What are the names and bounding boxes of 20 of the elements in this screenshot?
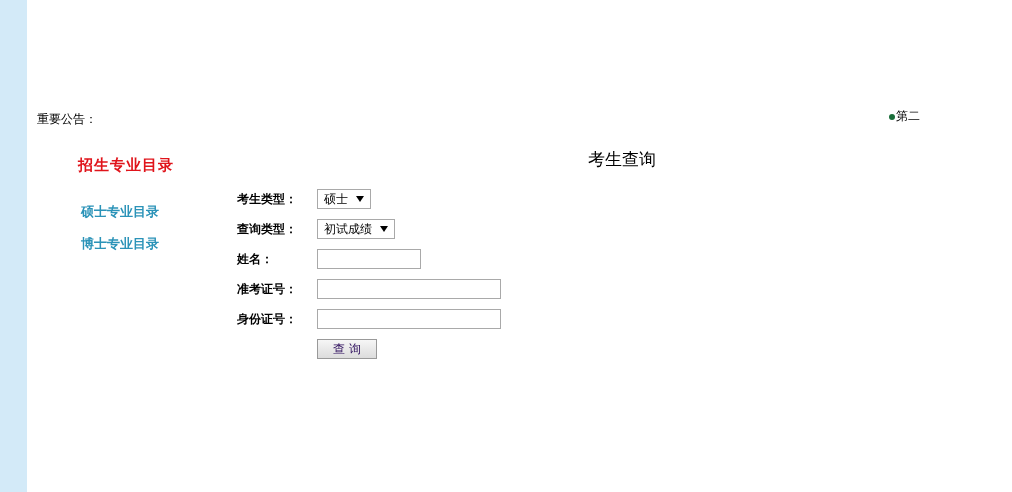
notice-label: 重要公告： [37, 111, 97, 128]
field-label: 姓名： [237, 250, 274, 268]
catalog-link[interactable]: 博士专业目录 [81, 235, 159, 253]
field-label: 身份证号： [237, 310, 298, 328]
dropdown[interactable]: 初试成绩 [317, 219, 395, 239]
bullet-icon [889, 113, 895, 120]
dropdown[interactable]: 硕士 [317, 189, 371, 209]
field-label: 考生类型： [237, 190, 298, 208]
catalog-link[interactable]: 硕士专业目录 [81, 203, 159, 221]
form-title: 考生查询 [588, 148, 656, 171]
input-field[interactable] [317, 249, 421, 269]
sidebar-title: 招生专业目录 [78, 156, 174, 175]
field-label: 准考证号： [237, 280, 298, 298]
field-label: 查询类型： [237, 220, 298, 238]
caret-icon [356, 196, 364, 202]
input-field[interactable] [317, 279, 501, 299]
ticker-text: 第二 [896, 108, 920, 125]
caret-icon [380, 226, 388, 232]
query-button[interactable]: 查 询 [317, 339, 377, 359]
input-field[interactable] [317, 309, 501, 329]
